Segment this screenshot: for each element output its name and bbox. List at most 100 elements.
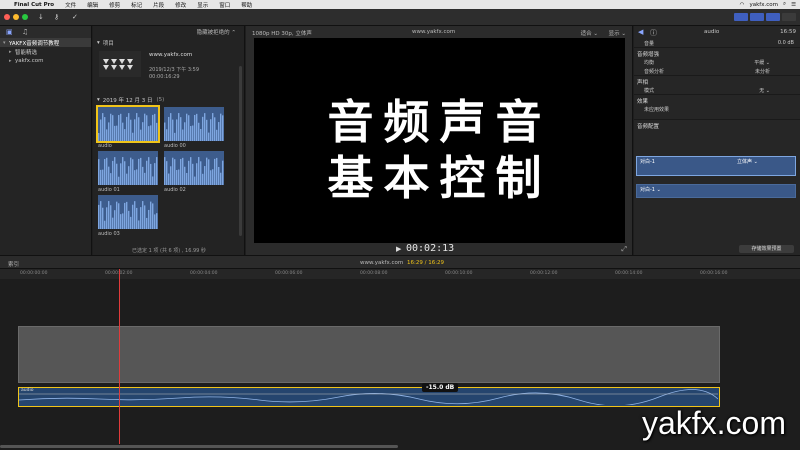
library-item-event[interactable]: ▸ yakfx.com — [0, 56, 91, 65]
fullscreen-icon[interactable]: ⤢ — [621, 245, 627, 254]
waveform-bar — [220, 172, 222, 185]
video-clip[interactable] — [18, 326, 720, 383]
waveform-bar — [116, 125, 118, 141]
waveform-bar — [120, 113, 122, 141]
minimize-icon[interactable] — [13, 14, 19, 20]
toolbar: ↓ ⚷ ✓ — [0, 9, 800, 26]
volume-value[interactable]: 0.0 dB — [778, 40, 794, 46]
waveform-bar — [128, 113, 130, 141]
clip-label: audio 02 — [164, 187, 186, 193]
browser-scrollbar[interactable] — [239, 66, 242, 236]
menu-clip[interactable]: 片段 — [153, 1, 164, 9]
clip-audio-03[interactable]: audio 03 — [98, 195, 158, 237]
waveform-bar — [102, 207, 104, 229]
close-icon[interactable] — [4, 14, 10, 20]
disclosure-icon[interactable]: ▾ — [97, 40, 100, 46]
waveform-bar — [216, 157, 218, 185]
playhead[interactable] — [119, 269, 120, 444]
waveform-bar — [104, 117, 106, 141]
eq-row[interactable]: 均衡 平缓 ⌄ — [634, 57, 800, 66]
waveform-bar — [206, 119, 208, 141]
zoom-icon[interactable] — [22, 14, 28, 20]
audio-clip[interactable]: audio — [18, 387, 720, 407]
volume-row[interactable]: 音量 0.0 dB — [634, 38, 800, 47]
display-menu[interactable]: 显示 ⌄ — [609, 29, 626, 37]
timeline-ruler[interactable]: 00:00:00:00 00:00:02:00 00:00:04:00 00:0… — [0, 269, 800, 279]
menubar: Final Cut Pro 文件 编辑 修剪 标记 片段 修改 显示 窗口 帮助… — [0, 0, 800, 9]
viewer-panel: 1080p HD 30p, 立体声 www.yakfx.com 适合 ⌄ 显示 … — [246, 26, 633, 255]
save-effects-preset-button[interactable]: 存储效果预置 — [739, 245, 794, 253]
menu-list-icon[interactable]: ☰ — [791, 2, 796, 8]
timeline-scrollbar[interactable] — [0, 445, 398, 448]
library-item-smart[interactable]: ▸ 智能精选 — [0, 47, 91, 56]
menu-help[interactable]: 帮助 — [241, 1, 252, 9]
date-section[interactable]: ▾ 2019 年 12 月 3 日 (5) — [93, 95, 244, 105]
waveform-bar — [166, 161, 168, 185]
play-icon[interactable]: ▶ — [396, 245, 401, 253]
browser-status: 已选定 1 项 (共 6 项) , 16.99 秒 — [132, 247, 206, 254]
pan-mode-menu[interactable]: 无 ⌄ — [759, 87, 770, 94]
photos-icon[interactable]: ♫ — [22, 28, 28, 36]
clip-audio-00[interactable]: audio 00 — [164, 107, 224, 149]
ruler-tick: 00:00:16:00 — [700, 271, 728, 276]
waveform-bar — [122, 122, 124, 141]
clip-audio[interactable]: audio — [96, 105, 160, 149]
channel-config-2[interactable]: 对白-1 ⌄ — [636, 184, 796, 198]
timeline-toggle[interactable] — [750, 13, 764, 21]
channel-config-1[interactable]: 对白-1 立体声 ⌄ — [636, 156, 796, 176]
waveform-bar — [116, 163, 118, 185]
eq-menu[interactable]: 平缓 ⌄ — [754, 59, 770, 66]
clip-waveform — [98, 113, 158, 141]
zoom-fit-menu[interactable]: 适合 ⌄ — [581, 29, 598, 37]
ruler-tick: 00:00:12:00 — [530, 271, 558, 276]
projects-section[interactable]: ▾ 项目 — [93, 38, 244, 48]
waveform-bar — [134, 201, 136, 229]
enhance-section[interactable]: 音频增强 — [634, 47, 800, 58]
pan-section[interactable]: 声相 — [634, 75, 800, 86]
channel-1-mode[interactable]: 立体声 ⌄ — [737, 158, 758, 165]
browser-toggle[interactable] — [734, 13, 748, 21]
menu-mark[interactable]: 标记 — [131, 1, 142, 9]
waveform-bar — [146, 115, 148, 141]
menu-file[interactable]: 文件 — [65, 1, 76, 9]
keyword-icon[interactable]: ⚷ — [54, 13, 59, 21]
menu-view[interactable]: 显示 — [197, 1, 208, 9]
library-label: YAKFX音频调节教程 — [9, 40, 60, 47]
waveform-bar — [102, 113, 104, 141]
waveform-bar — [110, 205, 112, 229]
volume-label: 音量 — [644, 41, 655, 47]
wifi-icon[interactable]: ◠ — [740, 2, 745, 8]
volume-badge: -15.0 dB — [422, 383, 459, 392]
waveform-bar — [98, 133, 100, 141]
clip-audio-01[interactable]: audio 01 — [98, 151, 158, 193]
effects-section[interactable]: 效果 — [634, 94, 800, 105]
background-tasks-icon[interactable]: ✓ — [72, 13, 78, 21]
waveform-bar — [142, 122, 144, 141]
project-item[interactable]: www.yakfx.com 2019/12/3 下午 3:59 00:00:16… — [93, 48, 244, 95]
waveform-bar — [206, 157, 208, 185]
clip-thumbnail — [164, 151, 224, 185]
audio-tab-icon[interactable]: ◀ — [638, 28, 643, 36]
waveform-bar — [136, 207, 138, 229]
disclosure-icon[interactable]: ▾ — [97, 97, 100, 103]
viewer-format: 1080p HD 30p, 立体声 — [252, 31, 312, 37]
search-icon[interactable]: ⌕ — [783, 1, 786, 8]
clip-audio-02[interactable]: audio 02 — [164, 151, 224, 193]
import-icon[interactable]: ↓ — [38, 13, 44, 21]
menu-app[interactable]: Final Cut Pro — [14, 2, 54, 8]
menu-trim[interactable]: 修剪 — [109, 1, 120, 9]
library-icon[interactable]: ▣ — [6, 28, 13, 36]
config-section[interactable]: 音频配置 — [634, 119, 800, 130]
browser-filter[interactable]: 隐藏被拒绝的 ⌃ — [93, 26, 244, 38]
menu-modify[interactable]: 修改 — [175, 1, 186, 9]
menu-edit[interactable]: 编辑 — [87, 1, 98, 9]
inspector-toggle[interactable] — [766, 13, 780, 21]
waveform-bar — [202, 116, 204, 141]
pan-mode-row[interactable]: 模式 无 ⌄ — [634, 85, 800, 94]
menu-window[interactable]: 窗口 — [219, 1, 230, 9]
video-frame[interactable]: 音频声音 基本控制 — [254, 38, 625, 243]
library-item-main[interactable]: ▾ YAKFX音频调节教程 — [0, 38, 91, 47]
info-tab-icon[interactable]: ⓘ — [650, 28, 657, 38]
share-icon[interactable] — [782, 13, 796, 21]
index-button[interactable]: 索引 — [8, 260, 19, 268]
